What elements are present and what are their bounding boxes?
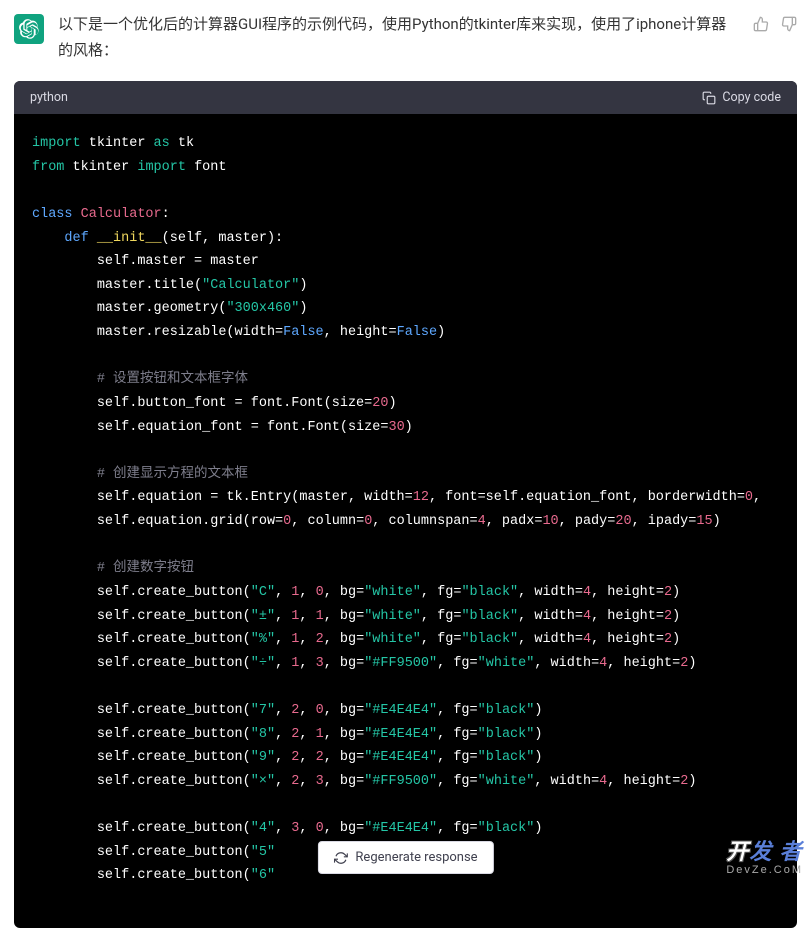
refresh-icon <box>333 851 347 865</box>
code-block: python Copy code import tkinter as tk fr… <box>14 81 797 928</box>
code-header: python Copy code <box>14 81 797 114</box>
chatgpt-avatar <box>14 14 44 44</box>
thumbs-up-icon[interactable] <box>753 16 769 36</box>
thumbs-down-icon[interactable] <box>781 16 797 36</box>
code-lang-label: python <box>30 90 68 105</box>
response-text: 以下是一个优化后的计算器GUI程序的示例代码，使用Python的tkinter库… <box>58 12 739 63</box>
copy-code-button[interactable]: Copy code <box>702 90 781 105</box>
clipboard-icon <box>702 91 716 105</box>
code-content[interactable]: import tkinter as tk from tkinter import… <box>14 114 797 928</box>
regenerate-button[interactable]: Regenerate response <box>317 841 493 874</box>
